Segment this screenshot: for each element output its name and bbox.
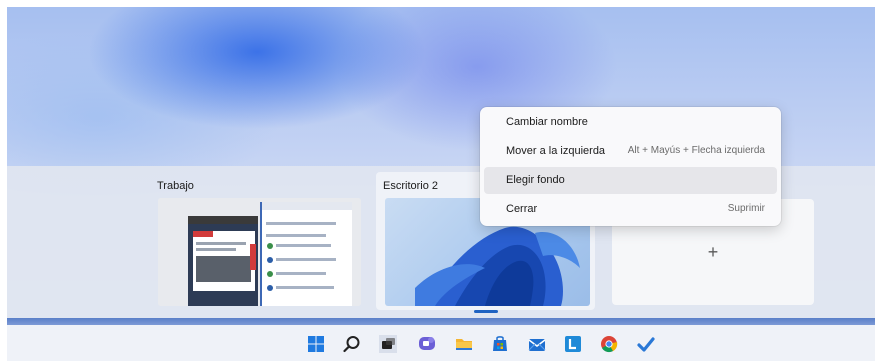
menu-item-close[interactable]: Cerrar Suprimir	[484, 196, 777, 223]
menu-item-shortcut: Suprimir	[727, 203, 765, 214]
chrome-icon[interactable]	[600, 335, 618, 353]
menu-item-label: Cambiar nombre	[506, 116, 588, 128]
menu-item-choose-background[interactable]: Elegir fondo	[484, 167, 777, 194]
menu-item-rename[interactable]: Cambiar nombre	[484, 109, 777, 136]
store-icon[interactable]	[491, 335, 509, 353]
windows-start-icon[interactable]	[307, 335, 325, 353]
desktop-context-menu: Cambiar nombre Mover a la izquierda Alt …	[480, 107, 781, 226]
menu-item-shortcut: Alt + Mayús + Flecha izquierda	[627, 145, 765, 156]
task-view-icon[interactable]	[379, 335, 397, 353]
desktop-label-escritorio-2: Escritorio 2	[383, 180, 439, 192]
search-icon[interactable]	[343, 335, 361, 353]
todo-check-icon[interactable]	[637, 335, 655, 353]
menu-item-move-left[interactable]: Mover a la izquierda Alt + Mayús + Flech…	[484, 138, 777, 165]
mail-icon[interactable]	[528, 335, 546, 353]
taskbar-accent-band	[7, 318, 875, 325]
file-explorer-icon[interactable]	[455, 335, 473, 353]
menu-item-label: Mover a la izquierda	[506, 145, 606, 157]
desktop-thumbnail-trabajo[interactable]	[158, 198, 361, 306]
desktop-label-trabajo: Trabajo	[157, 180, 194, 192]
desktop-preview-trabajo	[158, 198, 361, 306]
menu-item-label: Cerrar	[506, 203, 538, 215]
lists-app-icon[interactable]	[564, 335, 582, 353]
active-desktop-indicator	[474, 310, 498, 313]
taskbar	[7, 325, 875, 361]
chat-icon[interactable]	[418, 335, 436, 353]
menu-item-label: Elegir fondo	[506, 174, 565, 186]
